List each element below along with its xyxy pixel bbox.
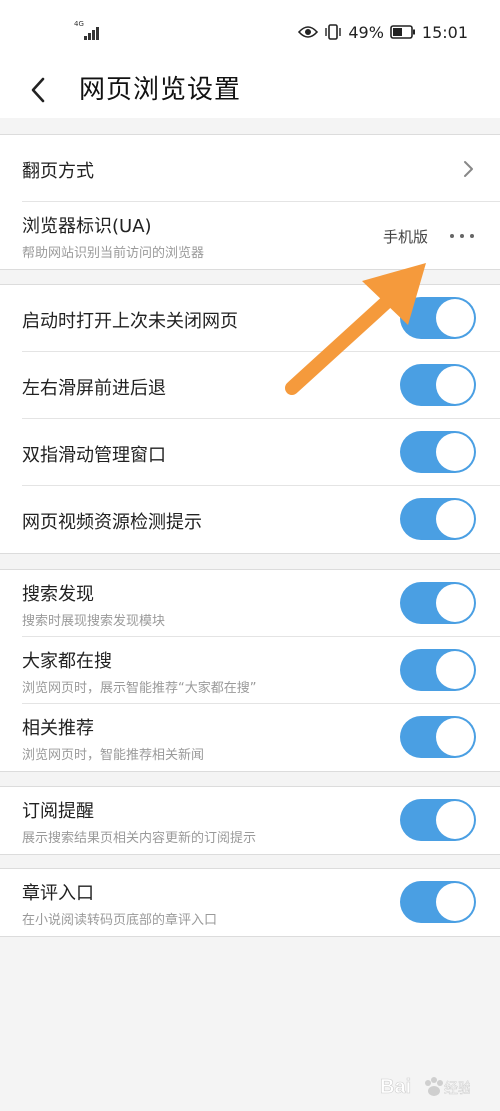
row-trending-searches: 大家都在搜 浏览网页时，展示智能推荐“大家都在搜” — [22, 637, 500, 704]
row-subtitle: 帮助网站识别当前访问的浏览器 — [22, 246, 205, 261]
row-page-turn-mode[interactable]: 翻页方式 — [22, 135, 500, 202]
svg-text:Bai: Bai — [380, 1076, 411, 1098]
row-subtitle: 在小说阅读转码页底部的章评入口 — [22, 913, 218, 928]
row-related-recommendations: 相关推荐 浏览网页时，智能推荐相关新闻 — [22, 704, 500, 771]
row-subtitle: 搜索时展现搜索发现模块 — [22, 614, 166, 629]
svg-text:经验: 经验 — [444, 1081, 470, 1097]
row-title: 订阅提醒 — [22, 801, 94, 822]
row-chapter-comments: 章评入口 在小说阅读转码页底部的章评入口 — [22, 869, 500, 936]
row-title: 双指滑动管理窗口 — [22, 445, 166, 466]
row-title: 左右滑屏前进后退 — [22, 378, 166, 399]
settings-group-subscription: 订阅提醒 展示搜索结果页相关内容更新的订阅提示 — [0, 786, 500, 855]
row-title: 启动时打开上次未关闭网页 — [22, 311, 238, 332]
toggle-switch[interactable] — [400, 716, 476, 758]
back-button[interactable] — [18, 70, 58, 110]
app-bar: 网页浏览设置 — [0, 62, 500, 118]
settings-group-navigation: 翻页方式 浏览器标识(UA) 帮助网站识别当前访问的浏览器 手机版 — [0, 134, 500, 270]
network-label: 4G — [74, 20, 84, 28]
arrow-annotation-icon — [285, 263, 426, 395]
row-title: 网页视频资源检测提示 — [22, 512, 202, 533]
settings-group-comments: 章评入口 在小说阅读转码页底部的章评入口 — [0, 868, 500, 937]
row-subtitle: 展示搜索结果页相关内容更新的订阅提示 — [22, 831, 257, 846]
row-title: 翻页方式 — [22, 161, 94, 182]
baidu-logo: Bai 经验 — [380, 1071, 473, 1101]
clock: 15:01 — [421, 22, 468, 42]
row-subtitle: 浏览网页时，展示智能推荐“大家都在搜” — [22, 681, 257, 696]
row-title: 相关推荐 — [22, 718, 94, 739]
row-search-discovery: 搜索发现 搜索时展现搜索发现模块 — [22, 570, 500, 637]
toggle-switch[interactable] — [400, 498, 476, 540]
row-title: 大家都在搜 — [22, 651, 112, 672]
signal-icon: 4G — [74, 20, 104, 40]
chevron-left-icon — [31, 77, 45, 103]
row-title: 章评入口 — [22, 883, 94, 904]
vibrate-icon — [325, 24, 342, 40]
eye-icon — [298, 26, 319, 38]
toggle-switch[interactable] — [400, 649, 476, 691]
row-subtitle: 浏览网页时，智能推荐相关新闻 — [22, 748, 205, 763]
row-subscription-reminder: 订阅提醒 展示搜索结果页相关内容更新的订阅提示 — [22, 787, 500, 854]
row-two-finger-windows: 双指滑动管理窗口 — [22, 419, 500, 486]
toggle-switch[interactable] — [400, 431, 476, 473]
battery-percent: 49% — [348, 22, 384, 42]
page-title: 网页浏览设置 — [79, 75, 242, 105]
row-video-detection: 网页视频资源检测提示 — [22, 486, 500, 553]
row-title: 搜索发现 — [22, 584, 94, 605]
status-bar: 4G 49% 15:01 — [0, 0, 500, 62]
more-horizontal-icon[interactable] — [450, 234, 474, 238]
settings-group-recommendations: 搜索发现 搜索时展现搜索发现模块 大家都在搜 浏览网页时，展示智能推荐“大家都在… — [0, 569, 500, 772]
ua-value: 手机版 — [382, 228, 428, 246]
toggle-switch[interactable] — [400, 881, 476, 923]
chevron-right-icon — [464, 161, 473, 177]
toggle-switch[interactable] — [400, 582, 476, 624]
toggle-switch[interactable] — [400, 799, 476, 841]
battery-icon — [390, 25, 415, 39]
status-icons: 49% 15:01 — [298, 20, 468, 44]
row-title: 浏览器标识(UA) — [22, 216, 152, 237]
